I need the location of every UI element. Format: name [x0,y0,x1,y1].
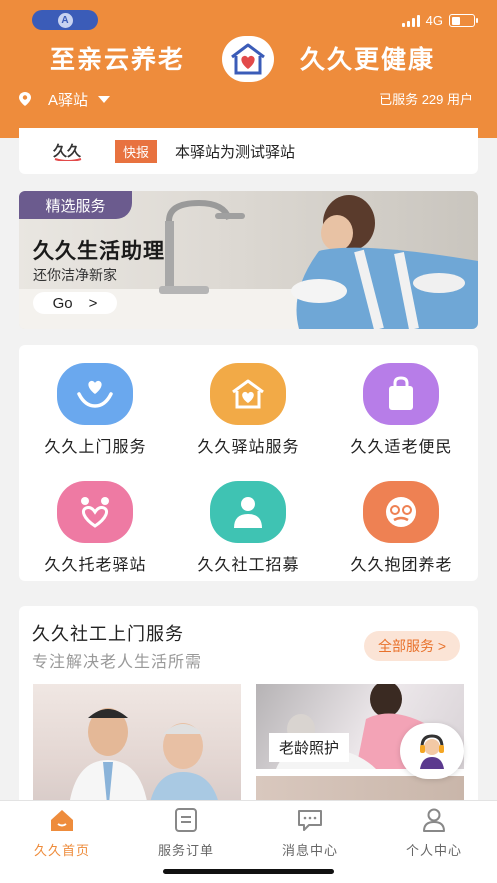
served-count: 已服务 229 用户 [379,92,473,107]
tab-label: 个人中心 [405,843,462,858]
go-label: Go [52,294,73,312]
featured-banner[interactable]: 精选服务 久久生活助理 还你洁净新家 Go > [19,191,478,329]
shopping-bag-icon [363,363,439,425]
elder-care-label: 老龄照护 [269,733,350,762]
brand-mini-logo-icon: 久久 [52,143,82,161]
service-label: 久久抱团养老 [350,557,453,574]
status-bar: A 4G [0,0,497,40]
battery-icon [449,14,478,27]
social-worker-icon [210,481,286,543]
house-heart-icon [210,363,286,425]
home-indicator[interactable] [163,869,334,874]
banner-go-button[interactable]: Go > [33,292,117,314]
service-grid: 久久上门服务 久久驿站服务 久久适老便民 久久托老驿站 久久社工招募 久久抱团养… [19,345,478,581]
hand-heart-icon [57,363,133,425]
service-label: 久久上门服务 [44,439,147,456]
home-icon [51,810,73,831]
tab-orders[interactable]: 服务订单 [124,807,248,858]
social-worker-section: 久久社工上门服务 专注解决老人生活所需 全部服务 > 老龄照护 [19,606,478,806]
section-subtitle: 专注解决老人生活所需 [32,654,203,671]
all-services-button[interactable]: 全部服务 > [364,631,460,661]
slogan-right: 久久更健康 [300,46,436,74]
couple-heart-icon [57,481,133,543]
service-item-convenience[interactable]: 久久适老便民 [325,345,478,456]
app-indicator-icon: A [57,12,73,28]
news-text: 本驿站为测试驿站 [175,143,296,161]
tab-label: 消息中心 [281,843,338,858]
tab-home[interactable]: 久久首页 [0,807,124,858]
message-icon [298,810,322,831]
status-icons: 4G [401,13,478,28]
service-item-recruit[interactable]: 久久社工招募 [172,463,325,574]
banner-title: 久久生活助理 [33,240,165,263]
service-item-elder-care[interactable]: 久久托老驿站 [19,463,172,574]
chevron-right-icon: > [88,294,98,312]
doctor-elder-photo[interactable] [33,684,241,806]
section-title: 久久社工上门服务 [32,624,184,644]
signal-icon [401,14,420,27]
service-label: 久久社工招募 [197,557,300,574]
tab-messages[interactable]: 消息中心 [248,807,372,858]
news-logo-text: 久久 [52,143,82,160]
service-label: 久久适老便民 [350,439,453,456]
chevron-down-icon [98,95,111,103]
location-label: A驿站 [48,91,89,109]
service-label: 久久托老驿站 [44,557,147,574]
slogan-left: 至亲云养老 [50,46,186,74]
order-icon [175,808,197,832]
tab-label: 服务订单 [157,843,214,858]
location-pin-icon [19,92,31,106]
headset-agent-icon [420,734,444,769]
service-item-station[interactable]: 久久驿站服务 [172,345,325,456]
network-label: 4G [425,13,443,28]
customer-service-button[interactable] [400,723,464,779]
banner-subtitle: 还你洁净新家 [33,267,117,283]
doctor-elder-image [69,708,220,806]
banner-tag: 精选服务 [19,191,132,219]
app-header: A 4G 至亲云养老 久久更健康 A驿站 已服务 229 用户 [0,0,497,138]
profile-icon [423,808,445,832]
elder-face-icon [363,481,439,543]
service-item-home-visit[interactable]: 久久上门服务 [19,345,172,456]
news-ticker[interactable]: 久久 快报 本驿站为测试驿站 [19,128,478,174]
tab-profile[interactable]: 个人中心 [372,807,496,858]
location-selector[interactable]: A驿站 [18,88,111,110]
tab-label: 久久首页 [33,843,90,858]
service-item-group-care[interactable]: 久久抱团养老 [325,463,478,574]
location-indicator-pill: A [32,10,98,30]
news-tag: 快报 [115,139,158,163]
service-label: 久久驿站服务 [197,439,300,456]
app-logo-icon [222,36,274,82]
